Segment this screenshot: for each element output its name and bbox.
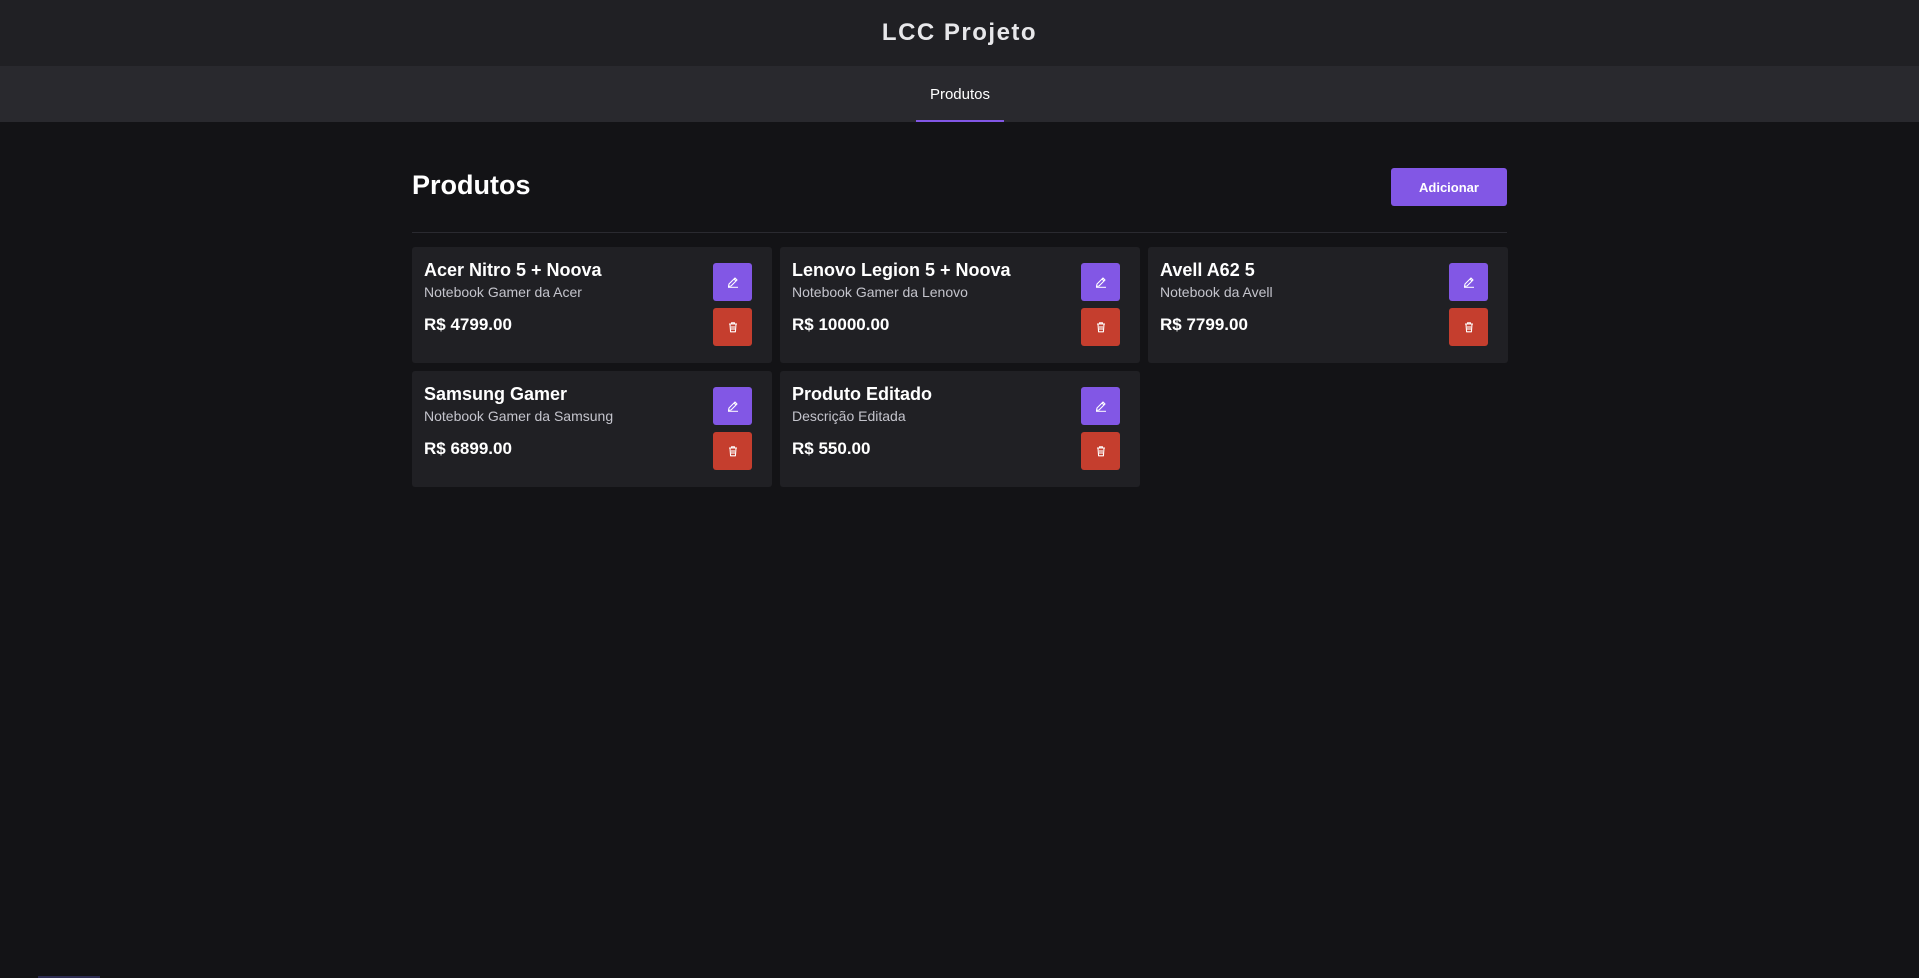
product-price: R$ 10000.00 <box>792 315 890 334</box>
product-name: Samsung Gamer <box>424 384 568 404</box>
product-price: R$ 550.00 <box>792 439 871 458</box>
pencil-icon <box>727 277 738 288</box>
product-card: Lenovo Legion 5 + Noova Notebook Gamer d… <box>780 247 1140 363</box>
delete-button[interactable] <box>1081 308 1120 346</box>
edit-button[interactable] <box>1449 263 1488 301</box>
page-title: Produtos <box>412 170 531 200</box>
product-price: R$ 6899.00 <box>424 439 512 458</box>
delete-button[interactable] <box>713 432 752 470</box>
delete-button[interactable] <box>713 308 752 346</box>
product-card: Produto Editado Descrição Editada R$ 550… <box>780 371 1140 487</box>
pencil-icon <box>1095 401 1106 412</box>
edit-button[interactable] <box>1081 387 1120 425</box>
edit-button[interactable] <box>1081 263 1120 301</box>
product-description: Descrição Editada <box>792 408 906 424</box>
delete-button[interactable] <box>1081 432 1120 470</box>
product-name: Lenovo Legion 5 + Noova <box>792 260 1011 280</box>
pencil-icon <box>1463 277 1474 288</box>
delete-button[interactable] <box>1449 308 1488 346</box>
main-content: Produtos Adicionar Acer Nitro 5 + Noova … <box>412 122 1508 487</box>
product-price: R$ 7799.00 <box>1160 315 1248 334</box>
product-name: Acer Nitro 5 + Noova <box>424 260 602 280</box>
trash-icon <box>728 322 737 333</box>
product-description: Notebook da Avell <box>1160 284 1273 300</box>
pencil-icon <box>1095 277 1106 288</box>
product-card: Acer Nitro 5 + Noova Notebook Gamer da A… <box>412 247 772 363</box>
add-product-button[interactable]: Adicionar <box>1391 168 1507 206</box>
product-card: Samsung Gamer Notebook Gamer da Samsung … <box>412 371 772 487</box>
nav-tab-produtos[interactable]: Produtos <box>916 66 1004 122</box>
product-description: Notebook Gamer da Samsung <box>424 408 614 424</box>
page-header: Produtos Adicionar <box>412 122 1507 233</box>
product-name: Produto Editado <box>792 384 932 404</box>
product-grid: Acer Nitro 5 + Noova Notebook Gamer da A… <box>412 247 1508 487</box>
product-card: Avell A62 5 Notebook da Avell R$ 7799.00 <box>1148 247 1508 363</box>
nav-bar: Produtos <box>0 66 1919 122</box>
app-header: LCC Projeto <box>0 0 1919 66</box>
product-name: Avell A62 5 <box>1160 260 1255 280</box>
trash-icon <box>1096 322 1105 333</box>
product-description: Notebook Gamer da Lenovo <box>792 284 968 300</box>
edit-button[interactable] <box>713 263 752 301</box>
edit-button[interactable] <box>713 387 752 425</box>
trash-icon <box>1096 446 1105 457</box>
product-price: R$ 4799.00 <box>424 315 512 334</box>
product-description: Notebook Gamer da Acer <box>424 284 582 300</box>
app-title: LCC Projeto <box>881 19 1038 46</box>
trash-icon <box>728 446 737 457</box>
trash-icon <box>1464 322 1473 333</box>
pencil-icon <box>727 401 738 412</box>
